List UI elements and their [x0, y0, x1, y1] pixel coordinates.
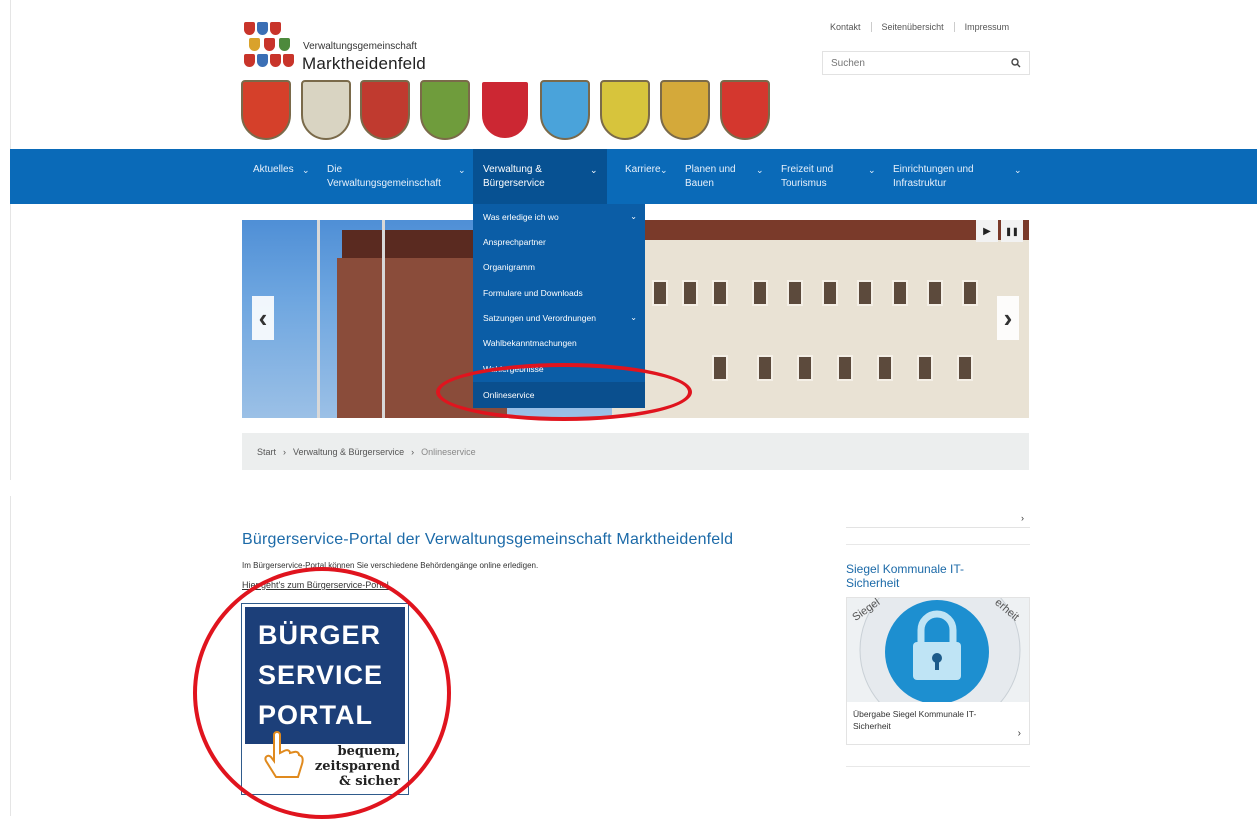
crest-6[interactable]	[540, 80, 590, 140]
nav-item-freizeit-tourismus[interactable]: Freizeit und Tourismus	[781, 163, 833, 191]
chevron-down-icon: ⌄	[458, 165, 466, 175]
breadcrumb-current: Onlineservice	[421, 446, 476, 457]
top-link-kontakt[interactable]: Kontakt	[830, 22, 871, 32]
slider-pause-button[interactable]: ❚❚	[1001, 220, 1023, 242]
pause-icon: ❚❚	[1005, 226, 1019, 236]
slider-play-button[interactable]: ▶	[976, 220, 998, 242]
breadcrumb-start[interactable]: Start	[257, 447, 276, 457]
slide-window	[892, 280, 908, 306]
top-link-impressum[interactable]: Impressum	[953, 22, 1020, 32]
org-name[interactable]: Marktheidenfeld	[302, 54, 426, 74]
slide-window	[712, 280, 728, 306]
breadcrumb: Start › Verwaltung & Bürgerservice › Onl…	[242, 433, 1029, 470]
dropdown-item-formulare[interactable]: Formulare und Downloads	[483, 288, 583, 298]
slide-flagpole	[382, 220, 385, 418]
search-input[interactable]	[823, 52, 1001, 74]
slide-window	[857, 280, 873, 306]
top-links: Kontakt Seitenübersicht Impressum	[830, 22, 1019, 32]
slide-window	[957, 355, 973, 381]
slide-window	[837, 355, 853, 381]
slide-flagpole	[317, 220, 320, 418]
chevron-down-icon: ⌄	[1014, 165, 1022, 175]
crest-5[interactable]	[480, 80, 530, 140]
portal-description: Im Bürgerservice-Portal können Sie versc…	[242, 561, 539, 570]
annotation-ellipse-onlineservice	[436, 363, 692, 421]
nav-item-aktuelles[interactable]: Aktuelles	[253, 163, 294, 177]
chevron-left-icon: ‹	[258, 302, 268, 333]
slide-window	[712, 355, 728, 381]
slider-next-button[interactable]: ›	[997, 296, 1019, 340]
page-border-left-lower	[10, 496, 11, 816]
chevron-down-icon: ⌄	[630, 313, 637, 322]
crest-2[interactable]	[301, 80, 351, 140]
nav-item-verwaltungsgemeinschaft[interactable]: Die Verwaltungsgemeinschaft	[327, 163, 441, 191]
slide-window	[652, 280, 668, 306]
slider-prev-button[interactable]: ‹	[252, 296, 274, 340]
municipality-crests	[241, 80, 781, 142]
top-link-sitemap[interactable]: Seitenübersicht	[870, 22, 954, 32]
slide-window	[682, 280, 698, 306]
chevron-down-icon: ⌄	[302, 165, 310, 175]
slide-window	[962, 280, 978, 306]
chevron-down-icon: ⌄	[868, 165, 876, 175]
crest-1[interactable]	[241, 80, 291, 140]
sidebar-separator-bottom	[846, 766, 1030, 767]
dropdown-item-wahlbekanntmachungen[interactable]: Wahlbekanntmachungen	[483, 338, 577, 348]
breadcrumb-separator: ›	[411, 446, 415, 457]
slide-window	[757, 355, 773, 381]
siegel-image: Siegel erheit	[847, 598, 1029, 702]
crest-8[interactable]	[660, 80, 710, 140]
crest-7[interactable]	[600, 80, 650, 140]
slide-window	[752, 280, 768, 306]
page-title: Bürgerservice-Portal der Verwaltungsgeme…	[242, 531, 734, 548]
breadcrumb-verwaltung[interactable]: Verwaltung & Bürgerservice	[293, 447, 404, 457]
chevron-right-icon: ›	[1003, 302, 1013, 333]
dropdown-item-organigramm[interactable]: Organigramm	[483, 262, 535, 272]
search-box	[822, 51, 1030, 75]
nav-item-einrichtungen[interactable]: Einrichtungen und Infrastruktur	[893, 163, 974, 191]
org-subtitle: Verwaltungsgemeinschaft	[303, 41, 417, 52]
sidebar-separator	[846, 544, 1030, 545]
slide-window	[797, 355, 813, 381]
siegel-card[interactable]: Siegel erheit Übergabe Siegel Kommunale …	[846, 597, 1030, 745]
dropdown-item-was-erledige[interactable]: Was erledige ich wo	[483, 212, 559, 222]
search-button[interactable]	[1003, 52, 1029, 74]
sidebar-previous-widget: ›	[846, 513, 1030, 528]
chevron-down-icon: ⌄	[590, 165, 598, 175]
siegel-widget-title: Siegel Kommunale IT-Sicherheit	[846, 562, 965, 590]
slide-window	[877, 355, 893, 381]
chevron-down-icon: ⌄	[756, 165, 764, 175]
page-border-left	[10, 0, 11, 480]
crest-9[interactable]	[720, 80, 770, 140]
play-icon: ▶	[983, 225, 991, 237]
nav-item-verwaltung-buergerservice[interactable]: Verwaltung & Bürgerservice	[483, 163, 545, 191]
crest-4[interactable]	[420, 80, 470, 140]
chevron-right-icon[interactable]: ›	[1021, 513, 1024, 523]
chevron-down-icon: ⌄	[630, 212, 637, 221]
slide-window	[787, 280, 803, 306]
slide-window	[927, 280, 943, 306]
search-icon	[1011, 58, 1021, 68]
slide-window	[822, 280, 838, 306]
dropdown-item-satzungen[interactable]: Satzungen und Verordnungen	[483, 313, 596, 323]
nav-item-karriere[interactable]: Karriere	[625, 163, 661, 177]
annotation-ellipse-portal	[193, 567, 451, 819]
slide-window	[917, 355, 933, 381]
logo-crest-cluster[interactable]	[244, 22, 294, 74]
siegel-caption: Übergabe Siegel Kommunale IT-Sicherheit	[853, 709, 977, 731]
chevron-down-icon: ⌄	[660, 165, 668, 175]
chevron-right-icon[interactable]: ›	[1018, 728, 1021, 739]
dropdown-item-ansprechpartner[interactable]: Ansprechpartner	[483, 237, 546, 247]
nav-item-planen-bauen[interactable]: Planen und Bauen	[685, 163, 736, 191]
crest-3[interactable]	[360, 80, 410, 140]
breadcrumb-separator: ›	[283, 446, 287, 457]
